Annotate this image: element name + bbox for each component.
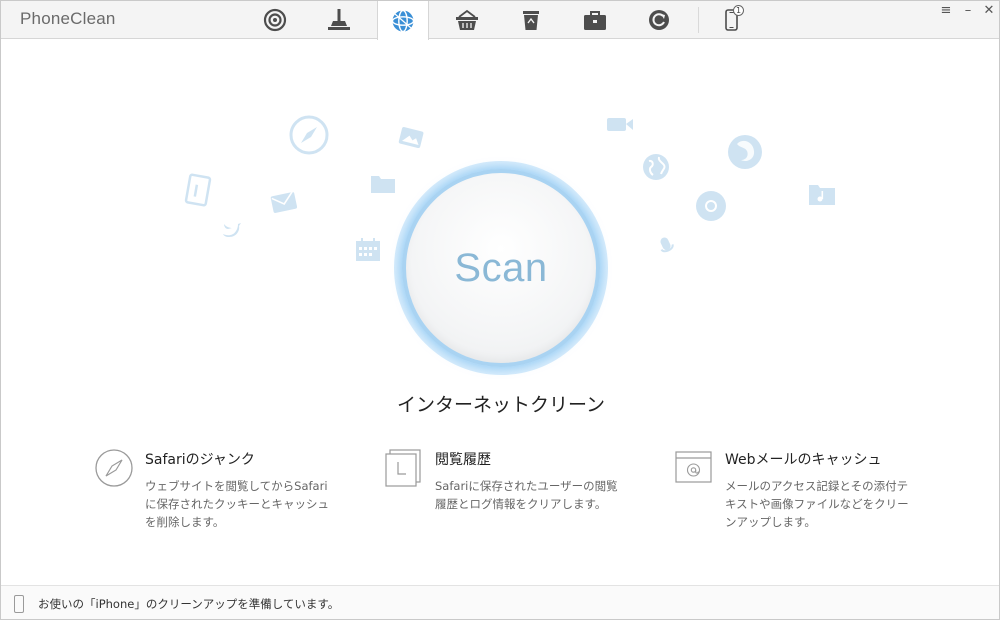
- photo-deco-icon: [398, 127, 424, 148]
- phone-outline-icon: [14, 595, 24, 613]
- app-title: PhoneClean: [20, 9, 116, 28]
- mail-deco-icon: [270, 190, 298, 213]
- title-bar: PhoneClean 1 ≡ – ✕: [1, 1, 999, 40]
- feature-title: Safariのジャンク: [145, 452, 255, 468]
- feature-title: 閲覧履歴: [435, 452, 491, 468]
- calendar-deco-icon: [356, 238, 380, 261]
- compass-icon: [95, 449, 133, 487]
- globe-icon: [391, 9, 415, 32]
- device-count-badge: 1: [733, 5, 744, 16]
- feature-description: ウェブサイトを閲覧してからSafariに保存されたクッキーとキャッシュを削除しま…: [145, 479, 329, 529]
- tab-basket[interactable]: [441, 1, 493, 39]
- tab-broom[interactable]: [313, 1, 365, 39]
- tab-recycle[interactable]: [505, 1, 557, 39]
- main-panel: Scan インターネットクリーン Safariのジャンク ウェブサイトを閲覧して…: [1, 40, 999, 585]
- chrome-deco-icon: [696, 191, 726, 221]
- history-pages-icon: [385, 449, 421, 487]
- folder-deco-icon: [371, 176, 395, 193]
- feature-description: メールのアクセス記録とその添付テキストや画像ファイルなどをクリーンアップします。: [725, 479, 909, 529]
- app-window: PhoneClean 1 ≡ – ✕ Scan インターネットクリーン Safa…: [0, 0, 1000, 620]
- music-folder-deco-icon: [809, 185, 835, 205]
- feature-title: Webメールのキャッシュ: [725, 452, 882, 468]
- safari-compass-deco-icon: [289, 115, 329, 155]
- scan-button-label: Scan: [454, 245, 548, 290]
- minimize-button[interactable]: –: [958, 3, 978, 18]
- scan-button[interactable]: Scan: [402, 169, 600, 367]
- video-camera-deco-icon: [607, 118, 633, 131]
- firefox-deco-icon: [728, 135, 762, 169]
- tab-internet-clean[interactable]: [377, 1, 429, 40]
- radar-icon: [263, 8, 287, 32]
- toolbox-icon: [584, 11, 606, 30]
- tab-radar[interactable]: [249, 1, 301, 39]
- refresh-icon: [649, 10, 669, 30]
- globe-deco-icon: [643, 154, 669, 180]
- twitter-bird-deco-icon: [223, 223, 241, 237]
- tab-refresh[interactable]: [633, 1, 685, 39]
- microphone-deco-icon: [660, 237, 674, 253]
- status-bar: お使いの「iPhone」のクリーンアップを準備しています。: [1, 585, 999, 619]
- broom-icon: [328, 9, 350, 30]
- device-button[interactable]: 1: [705, 1, 757, 39]
- toolbar-divider: [698, 7, 699, 33]
- basket-icon: [456, 9, 478, 30]
- menu-button[interactable]: ≡: [936, 3, 956, 18]
- tab-toolbox[interactable]: [569, 1, 621, 39]
- status-text: お使いの「iPhone」のクリーンアップを準備しています。: [38, 597, 340, 611]
- close-button[interactable]: ✕: [979, 3, 999, 18]
- feature-description: Safariに保存されたユーザーの閲覧履歴とログ情報をクリアします。: [435, 479, 618, 511]
- webmail-icon: [675, 451, 712, 483]
- document-deco-icon: [184, 173, 212, 207]
- section-title: インターネットクリーン: [396, 394, 606, 416]
- recycle-bin-icon: [523, 11, 539, 30]
